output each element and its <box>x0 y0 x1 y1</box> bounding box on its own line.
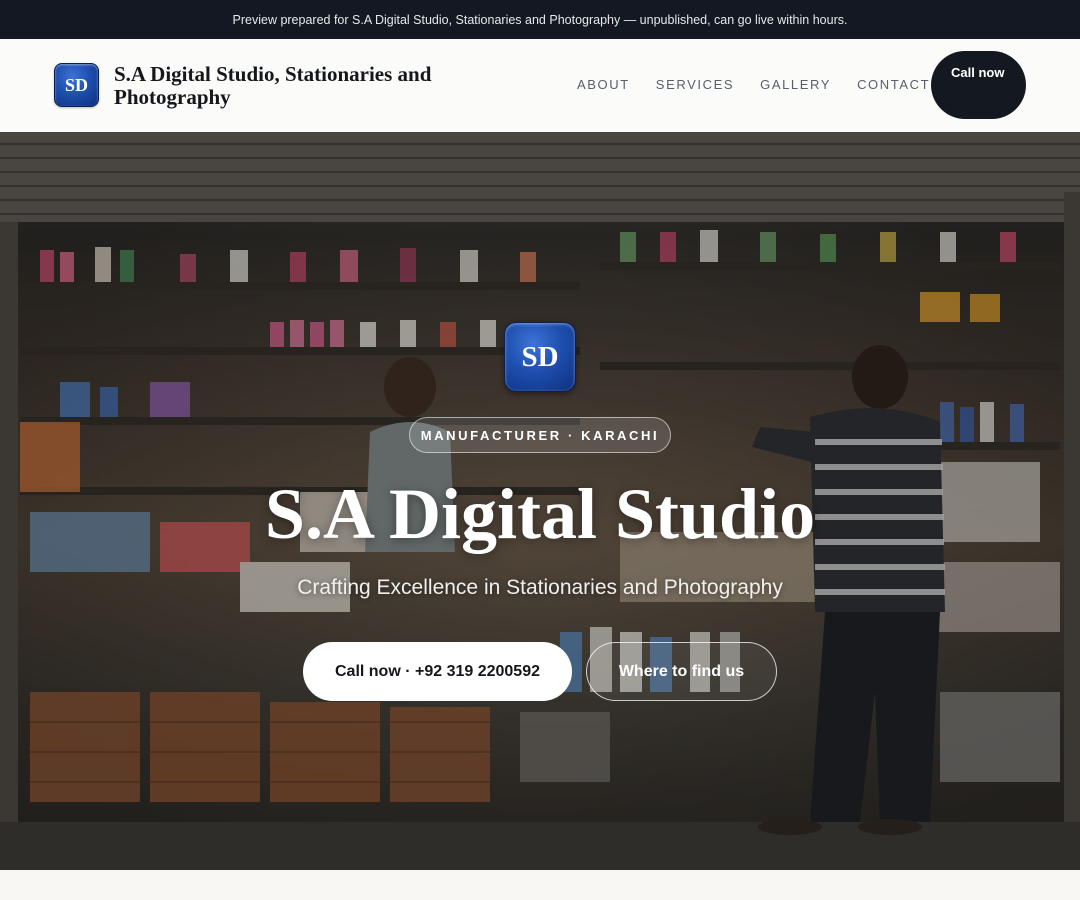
site-header: SD S.A Digital Studio, Stationaries and … <box>0 39 1080 132</box>
nav-contact[interactable]: CONTACT <box>857 77 930 92</box>
preview-banner-text: Preview prepared for S.A Digital Studio,… <box>232 12 848 27</box>
hero-subtitle: Crafting Excellence in Stationaries and … <box>297 576 783 599</box>
hero-section: SD MANUFACTURER · KARACHI S.A Digital St… <box>0 132 1080 870</box>
hero-logo-icon: SD <box>504 322 576 392</box>
nav-about[interactable]: ABOUT <box>577 77 630 92</box>
nav-gallery[interactable]: GALLERY <box>760 77 831 92</box>
main-nav: ABOUT SERVICES GALLERY CONTACT <box>577 77 930 92</box>
brand-name[interactable]: S.A Digital Studio, Stationaries and Pho… <box>114 63 494 109</box>
next-section <box>0 870 1080 900</box>
nav-services[interactable]: SERVICES <box>656 77 734 92</box>
call-now-button[interactable]: Call now <box>931 51 1026 119</box>
hero-tag-pill: MANUFACTURER · KARACHI <box>409 417 671 453</box>
logo-icon[interactable]: SD <box>54 63 99 107</box>
hero-title: S.A Digital Studio <box>264 474 816 554</box>
where-to-find-us-button[interactable]: Where to find us <box>586 642 777 701</box>
call-now-phone-button[interactable]: Call now · +92 319 2200592 <box>303 642 572 701</box>
preview-banner: Preview prepared for S.A Digital Studio,… <box>0 0 1080 39</box>
